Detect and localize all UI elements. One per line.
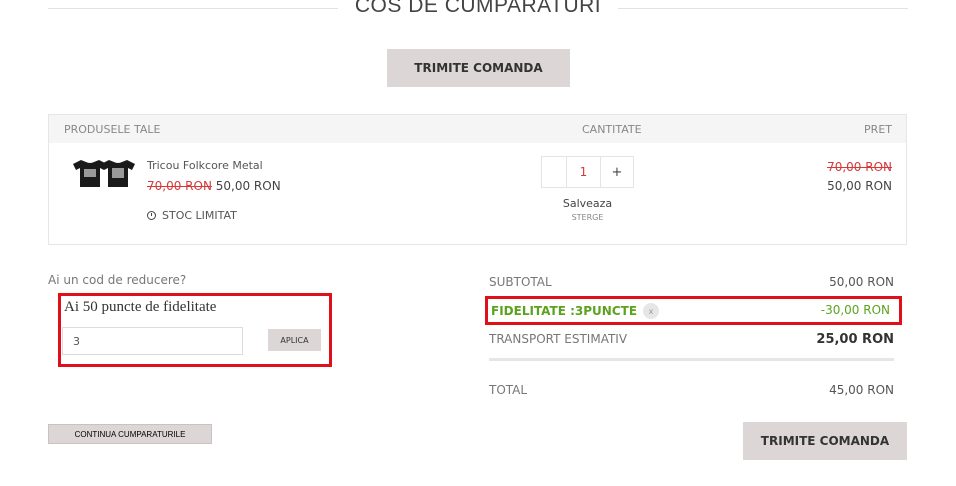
delete-link[interactable]: STERGE xyxy=(541,213,634,222)
discount-question: Ai un cod de reducere? xyxy=(48,273,187,287)
header-price: PRET xyxy=(864,123,892,136)
cart-table-header: PRODUSELE TALE CANTITATE PRET xyxy=(49,115,906,143)
stock-label: STOC LIMITAT xyxy=(162,209,237,222)
total-value: 45,00 RON xyxy=(829,383,894,397)
product-new-price: 50,00 RON xyxy=(215,179,281,193)
submit-order-button-top[interactable]: TRIMITE COMANDA xyxy=(387,49,570,87)
save-link[interactable]: Salveaza xyxy=(541,197,634,210)
product-unit-price: 70,00 RON 50,00 RON xyxy=(147,179,281,193)
clock-icon xyxy=(147,211,156,220)
fidelity-points-text: Ai 50 puncte de fidelitate xyxy=(64,299,217,315)
line-price-old: 70,00 RON xyxy=(827,160,892,174)
continue-shopping-button[interactable]: CONTINUA CUMPARATURILE xyxy=(48,424,212,444)
quantity-decrement-button[interactable] xyxy=(541,156,567,188)
subtotal-row: SUBTOTAL 50,00 RON xyxy=(489,272,894,292)
page-title: COS DE CUMPARATURI xyxy=(354,0,602,17)
quantity-increment-button[interactable]: + xyxy=(601,156,634,188)
total-row: TOTAL 45,00 RON xyxy=(489,380,894,400)
total-label: TOTAL xyxy=(489,383,528,397)
submit-order-button-bottom[interactable]: TRIMITE COMANDA xyxy=(743,422,907,460)
subtotal-label: SUBTOTAL xyxy=(489,275,552,289)
product-name[interactable]: Tricou Folkcore Metal xyxy=(147,159,263,172)
product-old-price: 70,00 RON xyxy=(147,179,212,193)
line-price-new: 50,00 RON xyxy=(827,179,892,193)
header-divider-right xyxy=(618,8,908,9)
shipping-value: 25,00 RON xyxy=(816,332,894,347)
cart-table: PRODUSELE TALE CANTITATE PRET Tricou Fol… xyxy=(48,114,907,245)
discount-code-input[interactable] xyxy=(62,327,243,355)
tshirt-icon[interactable] xyxy=(71,158,137,188)
stock-status: STOC LIMITAT xyxy=(147,209,237,222)
quantity-value[interactable]: 1 xyxy=(567,156,601,188)
shipping-label: TRANSPORT ESTIMATIV xyxy=(489,332,628,346)
totals-divider xyxy=(489,358,894,361)
header-products: PRODUSELE TALE xyxy=(64,123,161,136)
shipping-row: TRANSPORT ESTIMATIV 25,00 RON xyxy=(489,329,894,349)
highlight-box-fidelity-discount xyxy=(485,296,902,325)
apply-button[interactable]: APLICA xyxy=(268,329,321,351)
subtotal-value: 50,00 RON xyxy=(829,275,894,289)
page-header: COS DE CUMPARATURI xyxy=(48,0,908,24)
header-quantity: CANTITATE xyxy=(582,123,642,136)
quantity-stepper: 1 + xyxy=(541,156,634,188)
